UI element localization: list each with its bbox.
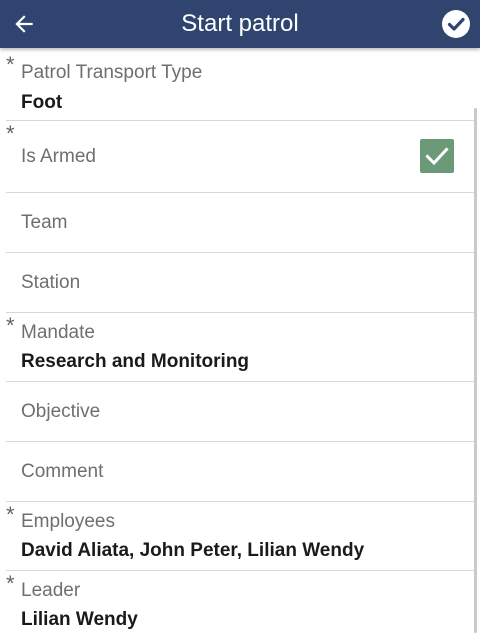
check-icon (425, 147, 449, 166)
page-title: Start patrol (181, 10, 299, 37)
field-value: Research and Monitoring (21, 351, 250, 372)
field-label: Mandate (21, 322, 95, 343)
required-marker: * (6, 121, 15, 146)
required-marker: * (6, 52, 15, 77)
field-patrol-transport-type[interactable]: * Patrol Transport Type Foot (6, 52, 476, 121)
scrollbar[interactable] (474, 108, 477, 633)
field-label: Is Armed (21, 146, 96, 167)
required-marker: * (6, 313, 15, 338)
field-employees[interactable]: * Employees David Aliata, John Peter, Li… (6, 502, 476, 571)
field-comment[interactable]: Comment (6, 442, 476, 502)
check-circle-icon (442, 10, 470, 38)
field-value: Foot (21, 92, 63, 113)
required-marker: * (6, 502, 15, 527)
field-label: Comment (21, 461, 104, 482)
field-station[interactable]: Station (6, 253, 476, 313)
field-leader[interactable]: * Leader Lilian Wendy (6, 571, 476, 639)
confirm-button[interactable] (440, 8, 472, 40)
field-value: Lilian Wendy (21, 609, 138, 630)
field-objective[interactable]: Objective (6, 382, 476, 442)
field-label: Patrol Transport Type (21, 62, 203, 83)
app-bar: Start patrol (0, 0, 480, 48)
field-mandate[interactable]: * Mandate Research and Monitoring (6, 313, 476, 382)
field-label: Team (21, 212, 68, 233)
field-is-armed[interactable]: * Is Armed (6, 121, 476, 193)
required-marker: * (6, 571, 15, 596)
field-team[interactable]: Team (6, 193, 476, 253)
field-value: David Aliata, John Peter, Lilian Wendy (21, 540, 365, 561)
field-label: Employees (21, 511, 115, 532)
field-label: Objective (21, 401, 101, 422)
field-label: Leader (21, 580, 81, 601)
patrol-form: * Patrol Transport Type Foot * Is Armed … (6, 48, 476, 640)
field-label: Station (21, 272, 81, 293)
is-armed-checkbox[interactable] (420, 139, 454, 173)
